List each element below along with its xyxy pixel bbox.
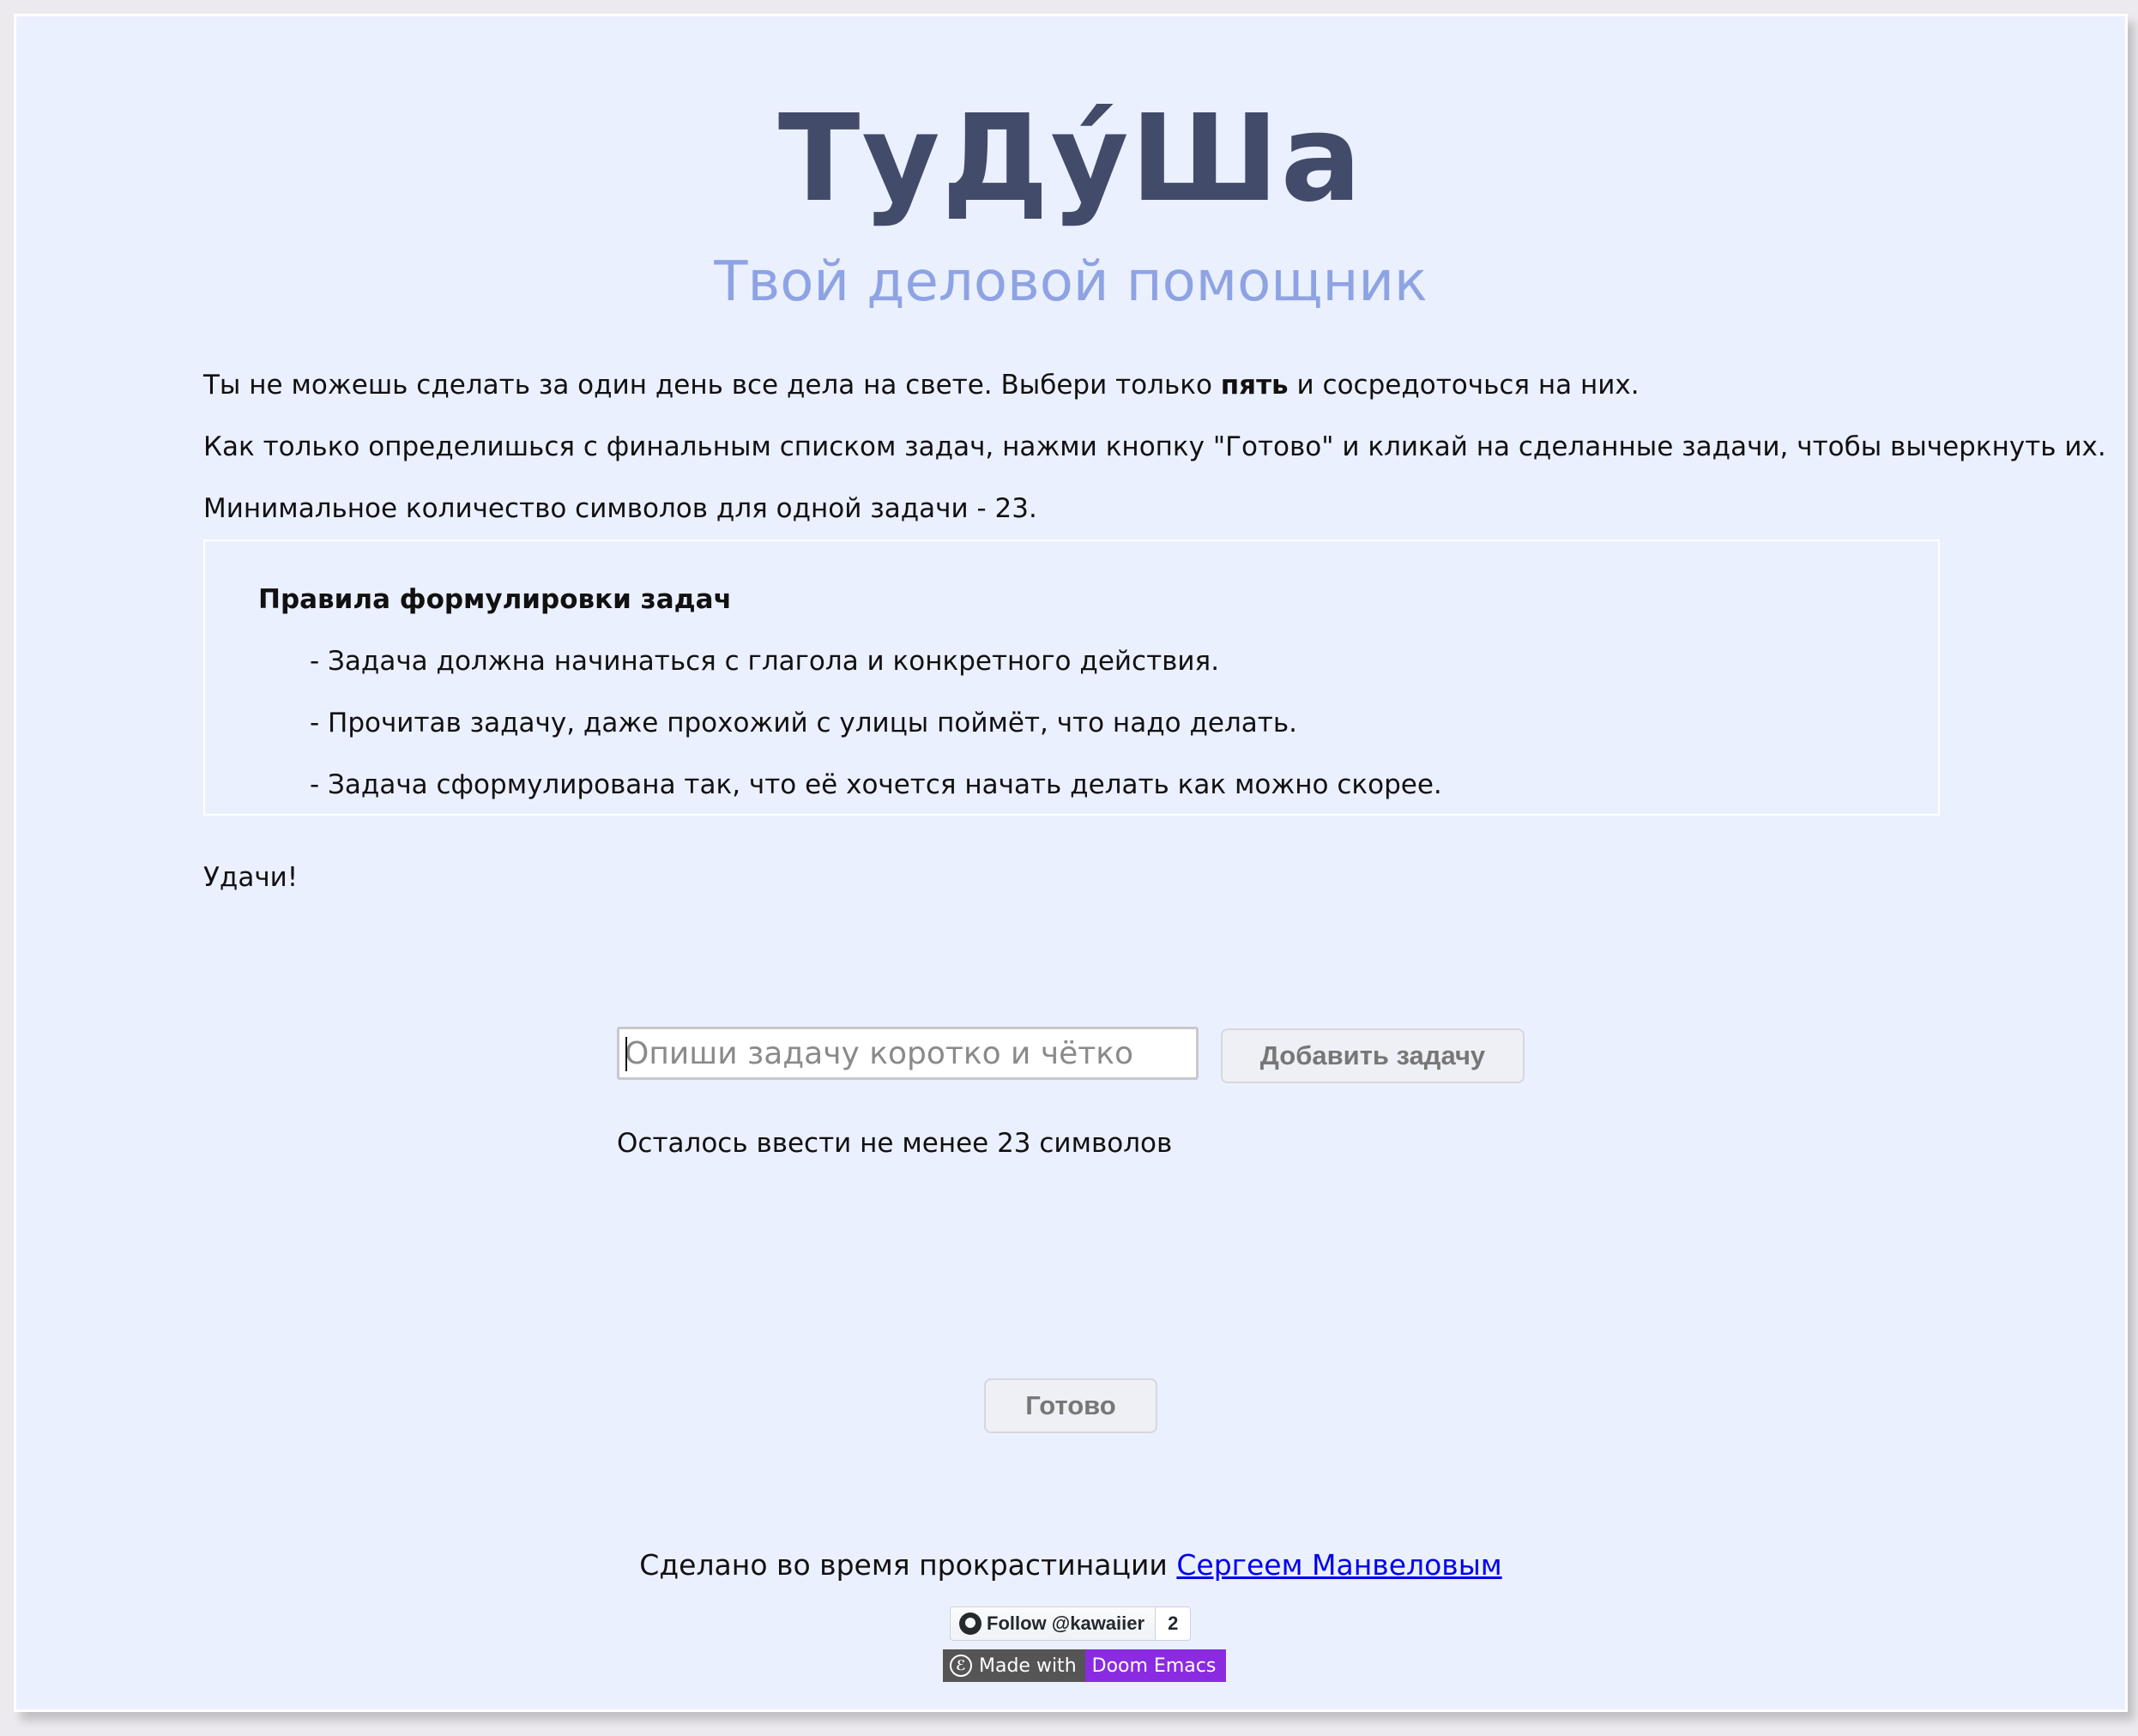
github-follow-button[interactable]: Follow @kawaiier [950,1606,1157,1641]
emacs-badge-left: ℰ Made with [943,1649,1085,1682]
app-title: ТуДу́Ша [777,89,1364,229]
rules-box: Правила формулировки задач - Задача долж… [203,539,1940,816]
text-cursor [625,1037,627,1071]
footer-text: Сделано во время прокрастинации [639,1548,1177,1582]
rule-item: - Прочитав задачу, даже прохожий с улицы… [310,708,1297,738]
made-with-emacs-badge[interactable]: ℰ Made with Doom Emacs [943,1649,1227,1682]
rule-item: - Задача сформулирована так, что её хоче… [310,769,1442,800]
github-follow-label: Follow @kawaiier [987,1612,1145,1634]
footer-credit: Сделано во время прокрастинации Сергеем … [16,1546,2125,1584]
done-button[interactable]: Готово [984,1378,1157,1433]
intro-text-after: и сосредоточься на них. [1288,370,1640,401]
github-icon [959,1612,981,1635]
author-link[interactable]: Сергеем Манвеловым [1176,1548,1501,1582]
emacs-badge-right: Doom Emacs [1084,1649,1227,1682]
intro-bold-five: пять [1220,370,1289,401]
intro-text-before: Ты не можешь сделать за один день все де… [203,370,1221,401]
closing-text: Удачи! [203,862,299,893]
intro-paragraph-2: Как только определишься с финальным спис… [203,431,2106,462]
emacs-icon: ℰ [950,1655,972,1677]
task-input[interactable] [617,1027,1199,1080]
github-follower-count[interactable]: 2 [1156,1606,1192,1641]
rules-title: Правила формулировки задач [258,584,732,615]
remaining-chars-text: Осталось ввести не менее 23 символов [617,1128,1173,1159]
page-container: ТуДу́Ша Твой деловой помощник Ты не може… [14,14,2128,1712]
emacs-badge-left-label: Made with [979,1655,1077,1677]
intro-paragraph-1: Ты не можешь сделать за один день все де… [203,368,1640,402]
intro-paragraph-3: Минимальное количество символов для одно… [203,493,1037,524]
rule-item: - Задача должна начинаться с глагола и к… [310,646,1220,677]
app-subtitle: Твой деловой помощник [714,250,1428,314]
github-follow-badge[interactable]: Follow @kawaiier 2 [950,1606,1192,1641]
add-task-button[interactable]: Добавить задачу [1221,1028,1525,1083]
